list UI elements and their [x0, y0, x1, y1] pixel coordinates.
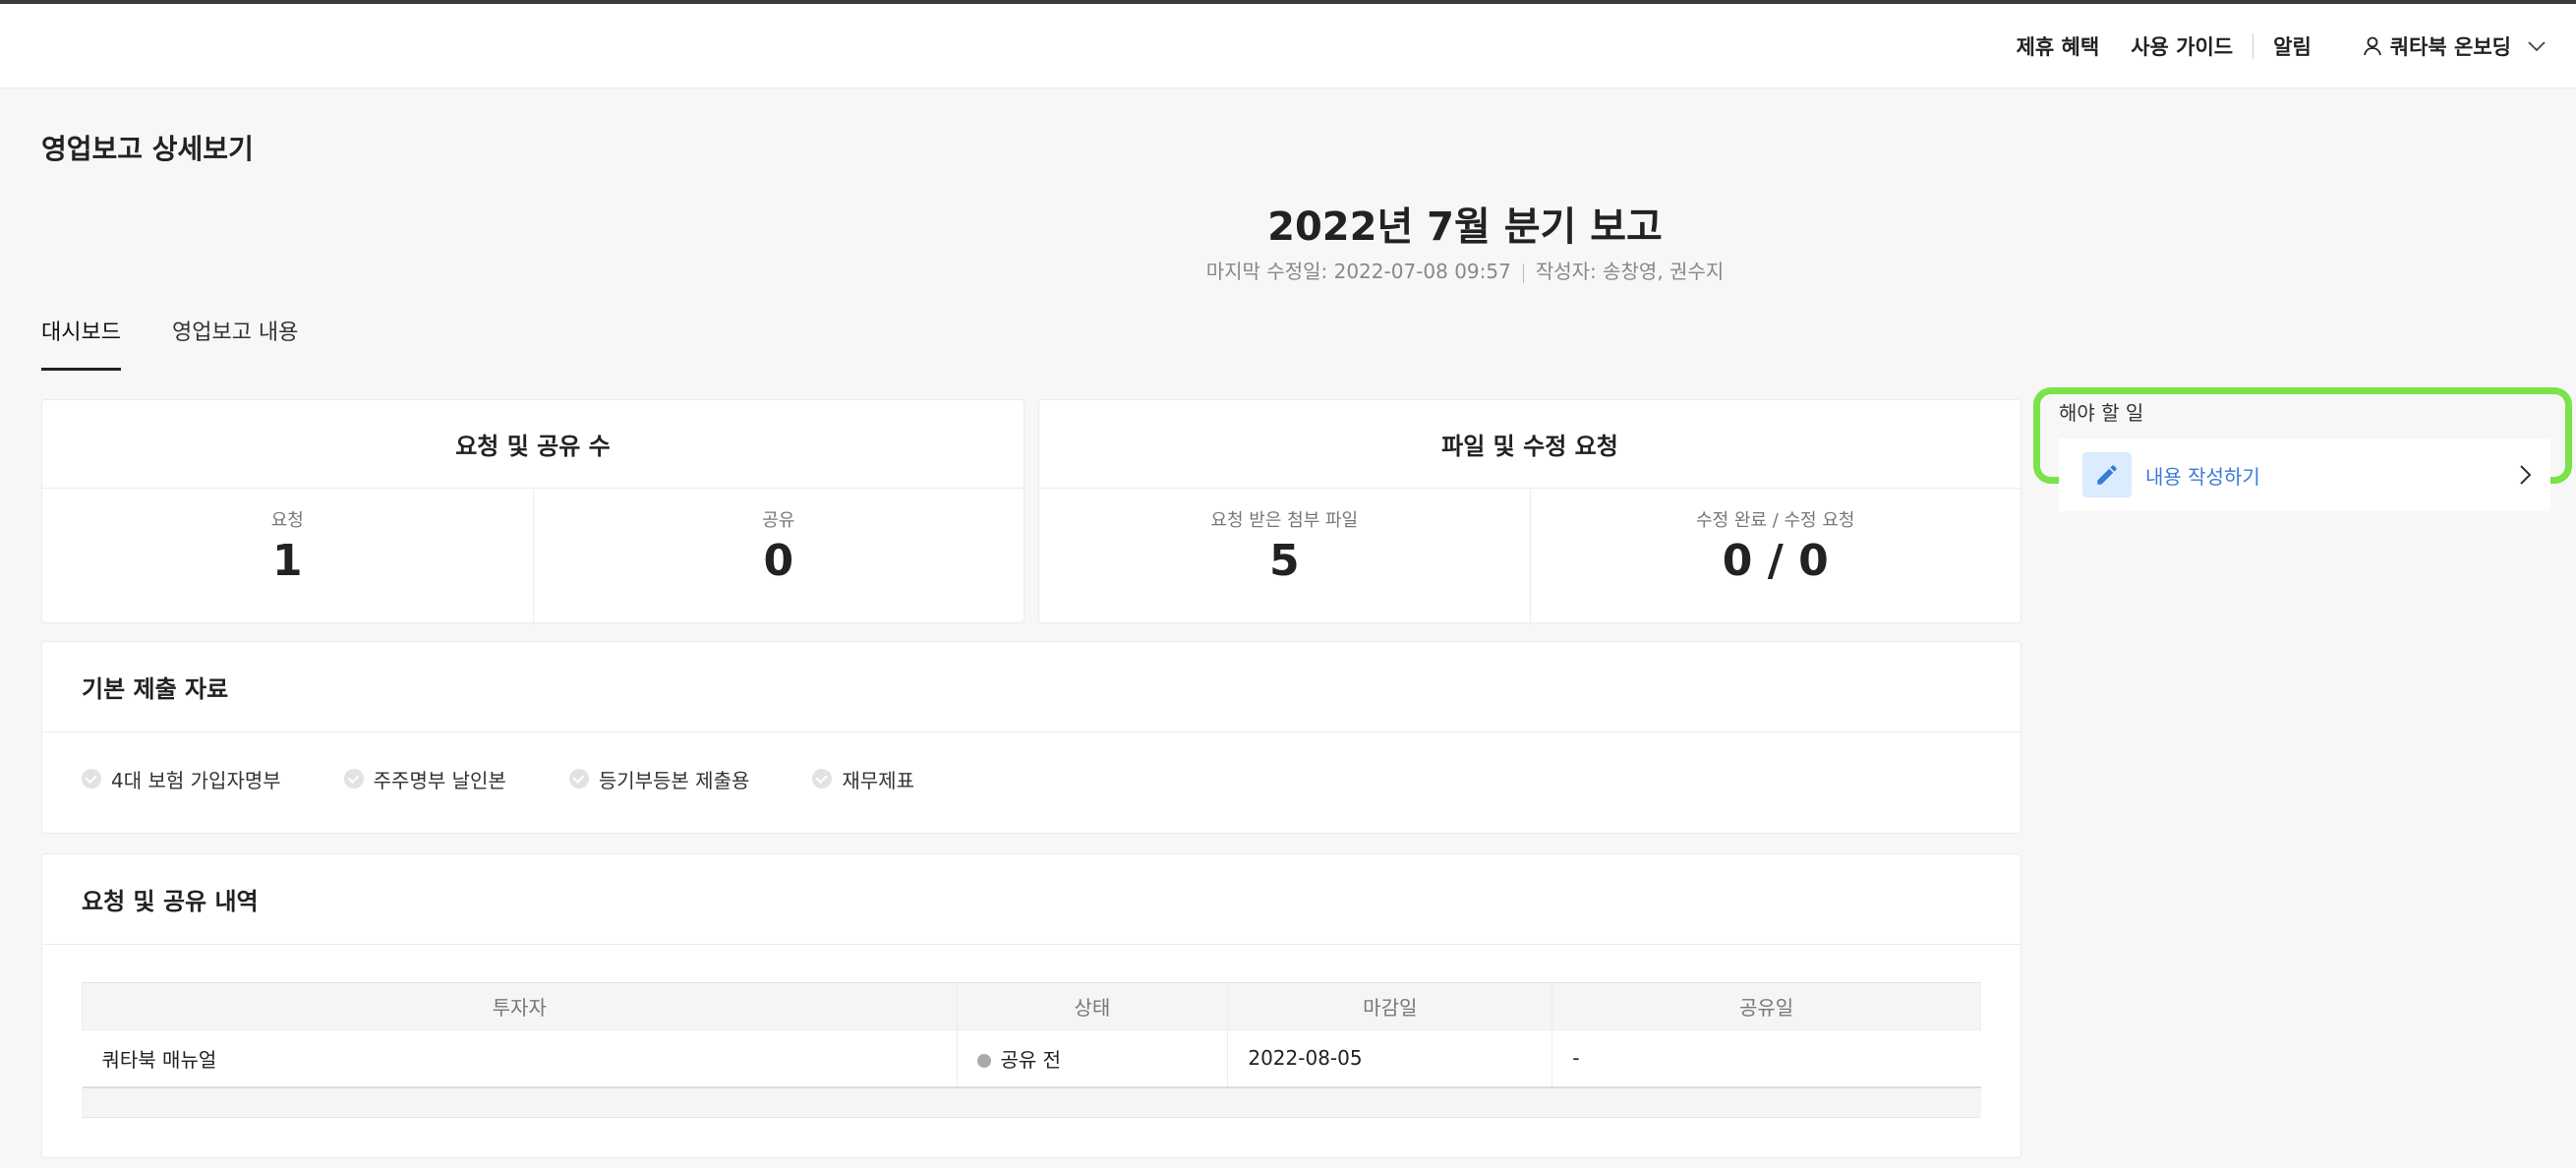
check-circle-icon [568, 769, 589, 788]
todo-title: 해야 할 일 [2059, 401, 2144, 425]
chevron-right-icon [2520, 465, 2532, 485]
tab-report-content[interactable]: 영업보고 내용 [172, 315, 298, 371]
page-title: 영업보고 상세보기 [41, 133, 254, 165]
tab-dashboard[interactable]: 대시보드 [41, 315, 121, 371]
column-header[interactable]: 투자자 [82, 982, 958, 1030]
status-label: 공유 전 [1000, 1047, 1062, 1072]
user-name: 쿼타북 온보딩 [2389, 35, 2511, 59]
top-header: 제휴 혜택 사용 가이드 알림 쿼타북 온보딩 [0, 4, 2576, 88]
stat-label: 수정 완료 / 수정 요청 [1696, 510, 1855, 531]
tab-bar: 대시보드 영업보고 내용 [41, 315, 349, 371]
nav-notifications[interactable]: 알림 [2273, 31, 2312, 61]
doc-item[interactable]: 주주명부 날인본 [343, 765, 506, 793]
stat-value: 5 [1268, 536, 1300, 586]
pencil-icon [2082, 452, 2132, 497]
todo-label: 내용 작성하기 [2145, 464, 2260, 489]
doc-item[interactable]: 4대 보험 가입자명부 [82, 765, 281, 793]
share-count: 공유 0 [532, 489, 1025, 626]
stat-value: 1 [271, 536, 303, 586]
doc-item[interactable]: 재무제표 [812, 765, 914, 793]
user-icon [2363, 36, 2381, 56]
header-nav: 제휴 혜택 사용 가이드 알림 쿼타북 온보딩 [1985, 4, 2554, 88]
status-cell: 공유 전 [956, 1029, 1228, 1088]
shared-date-cell: - [1551, 1029, 1981, 1088]
check-circle-icon [812, 769, 833, 788]
history-card: 요청 및 공유 내역 투자자 상태 마감일 공유일 쿼타북 매뉴얼 공유 전 2… [41, 853, 2021, 1158]
request-count: 요청 1 [42, 489, 533, 626]
last-modified: 마지막 수정일: 2022-07-08 09:57 [1205, 260, 1511, 283]
section-title: 요청 및 공유 내역 [42, 854, 2020, 945]
stat-label: 공유 [762, 510, 795, 531]
doc-label: 4대 보험 가입자명부 [111, 768, 281, 792]
doc-list: 4대 보험 가입자명부 주주명부 날인본 등기부등본 제출용 재무제표 [42, 732, 2020, 825]
report-meta: 마지막 수정일: 2022-07-08 09:57 작성자: 송창영, 권수지 [0, 256, 2576, 284]
todo-write-content[interactable]: 내용 작성하기 [2059, 438, 2550, 511]
requests-shares-card: 요청 및 공유 수 요청 1 공유 0 [41, 399, 1025, 626]
doc-label: 주주명부 날인본 [373, 768, 506, 792]
nav-divider [2253, 33, 2254, 59]
section-title: 기본 제출 자료 [42, 642, 2020, 732]
stat-value: 0 / 0 [1722, 536, 1829, 586]
stat-label: 요청 받은 첨부 파일 [1210, 510, 1359, 531]
files-edits-card: 파일 및 수정 요청 요청 받은 첨부 파일 5 수정 완료 / 수정 요청 0… [1038, 399, 2021, 626]
chevron-down-icon [2528, 41, 2546, 52]
stat-value: 0 [763, 536, 794, 586]
report-title: 2022년 7월 분기 보고 [1267, 204, 1663, 250]
column-header[interactable]: 상태 [956, 982, 1229, 1030]
authors: 작성자: 송창영, 권수지 [1535, 260, 1725, 283]
column-header[interactable]: 공유일 [1551, 982, 1981, 1030]
check-circle-icon [82, 769, 101, 788]
column-header[interactable]: 마감일 [1227, 982, 1553, 1030]
deadline-cell: 2022-08-05 [1227, 1029, 1552, 1088]
edit-requests-count: 수정 완료 / 수정 요청 0 / 0 [1529, 489, 2021, 626]
card-title: 파일 및 수정 요청 [1039, 400, 2020, 489]
investor-cell: 쿼타북 매뉴얼 [82, 1029, 957, 1088]
status-dot-icon [976, 1054, 991, 1069]
nav-user-guide[interactable]: 사용 가이드 [2131, 31, 2233, 61]
table-footer [82, 1088, 1981, 1118]
user-menu[interactable]: 쿼타북 온보딩 [2363, 31, 2554, 61]
stat-label: 요청 [270, 510, 304, 531]
basic-docs-card: 기본 제출 자료 4대 보험 가입자명부 주주명부 날인본 등기부등본 제출용 … [41, 641, 2021, 834]
nav-partner-benefits[interactable]: 제휴 혜택 [2017, 31, 2100, 61]
doc-label: 재무제표 [842, 768, 914, 792]
meta-divider [1522, 263, 1524, 283]
doc-label: 등기부등본 제출용 [598, 768, 750, 792]
history-table: 투자자 상태 마감일 공유일 쿼타북 매뉴얼 공유 전 2022-08-05 - [82, 982, 1981, 1088]
attached-files-count: 요청 받은 첨부 파일 5 [1039, 489, 1530, 626]
check-circle-icon [343, 769, 364, 788]
table-row[interactable]: 쿼타북 매뉴얼 공유 전 2022-08-05 - [82, 1029, 1981, 1088]
doc-item[interactable]: 등기부등본 제출용 [568, 765, 750, 793]
card-title: 요청 및 공유 수 [42, 400, 1024, 489]
